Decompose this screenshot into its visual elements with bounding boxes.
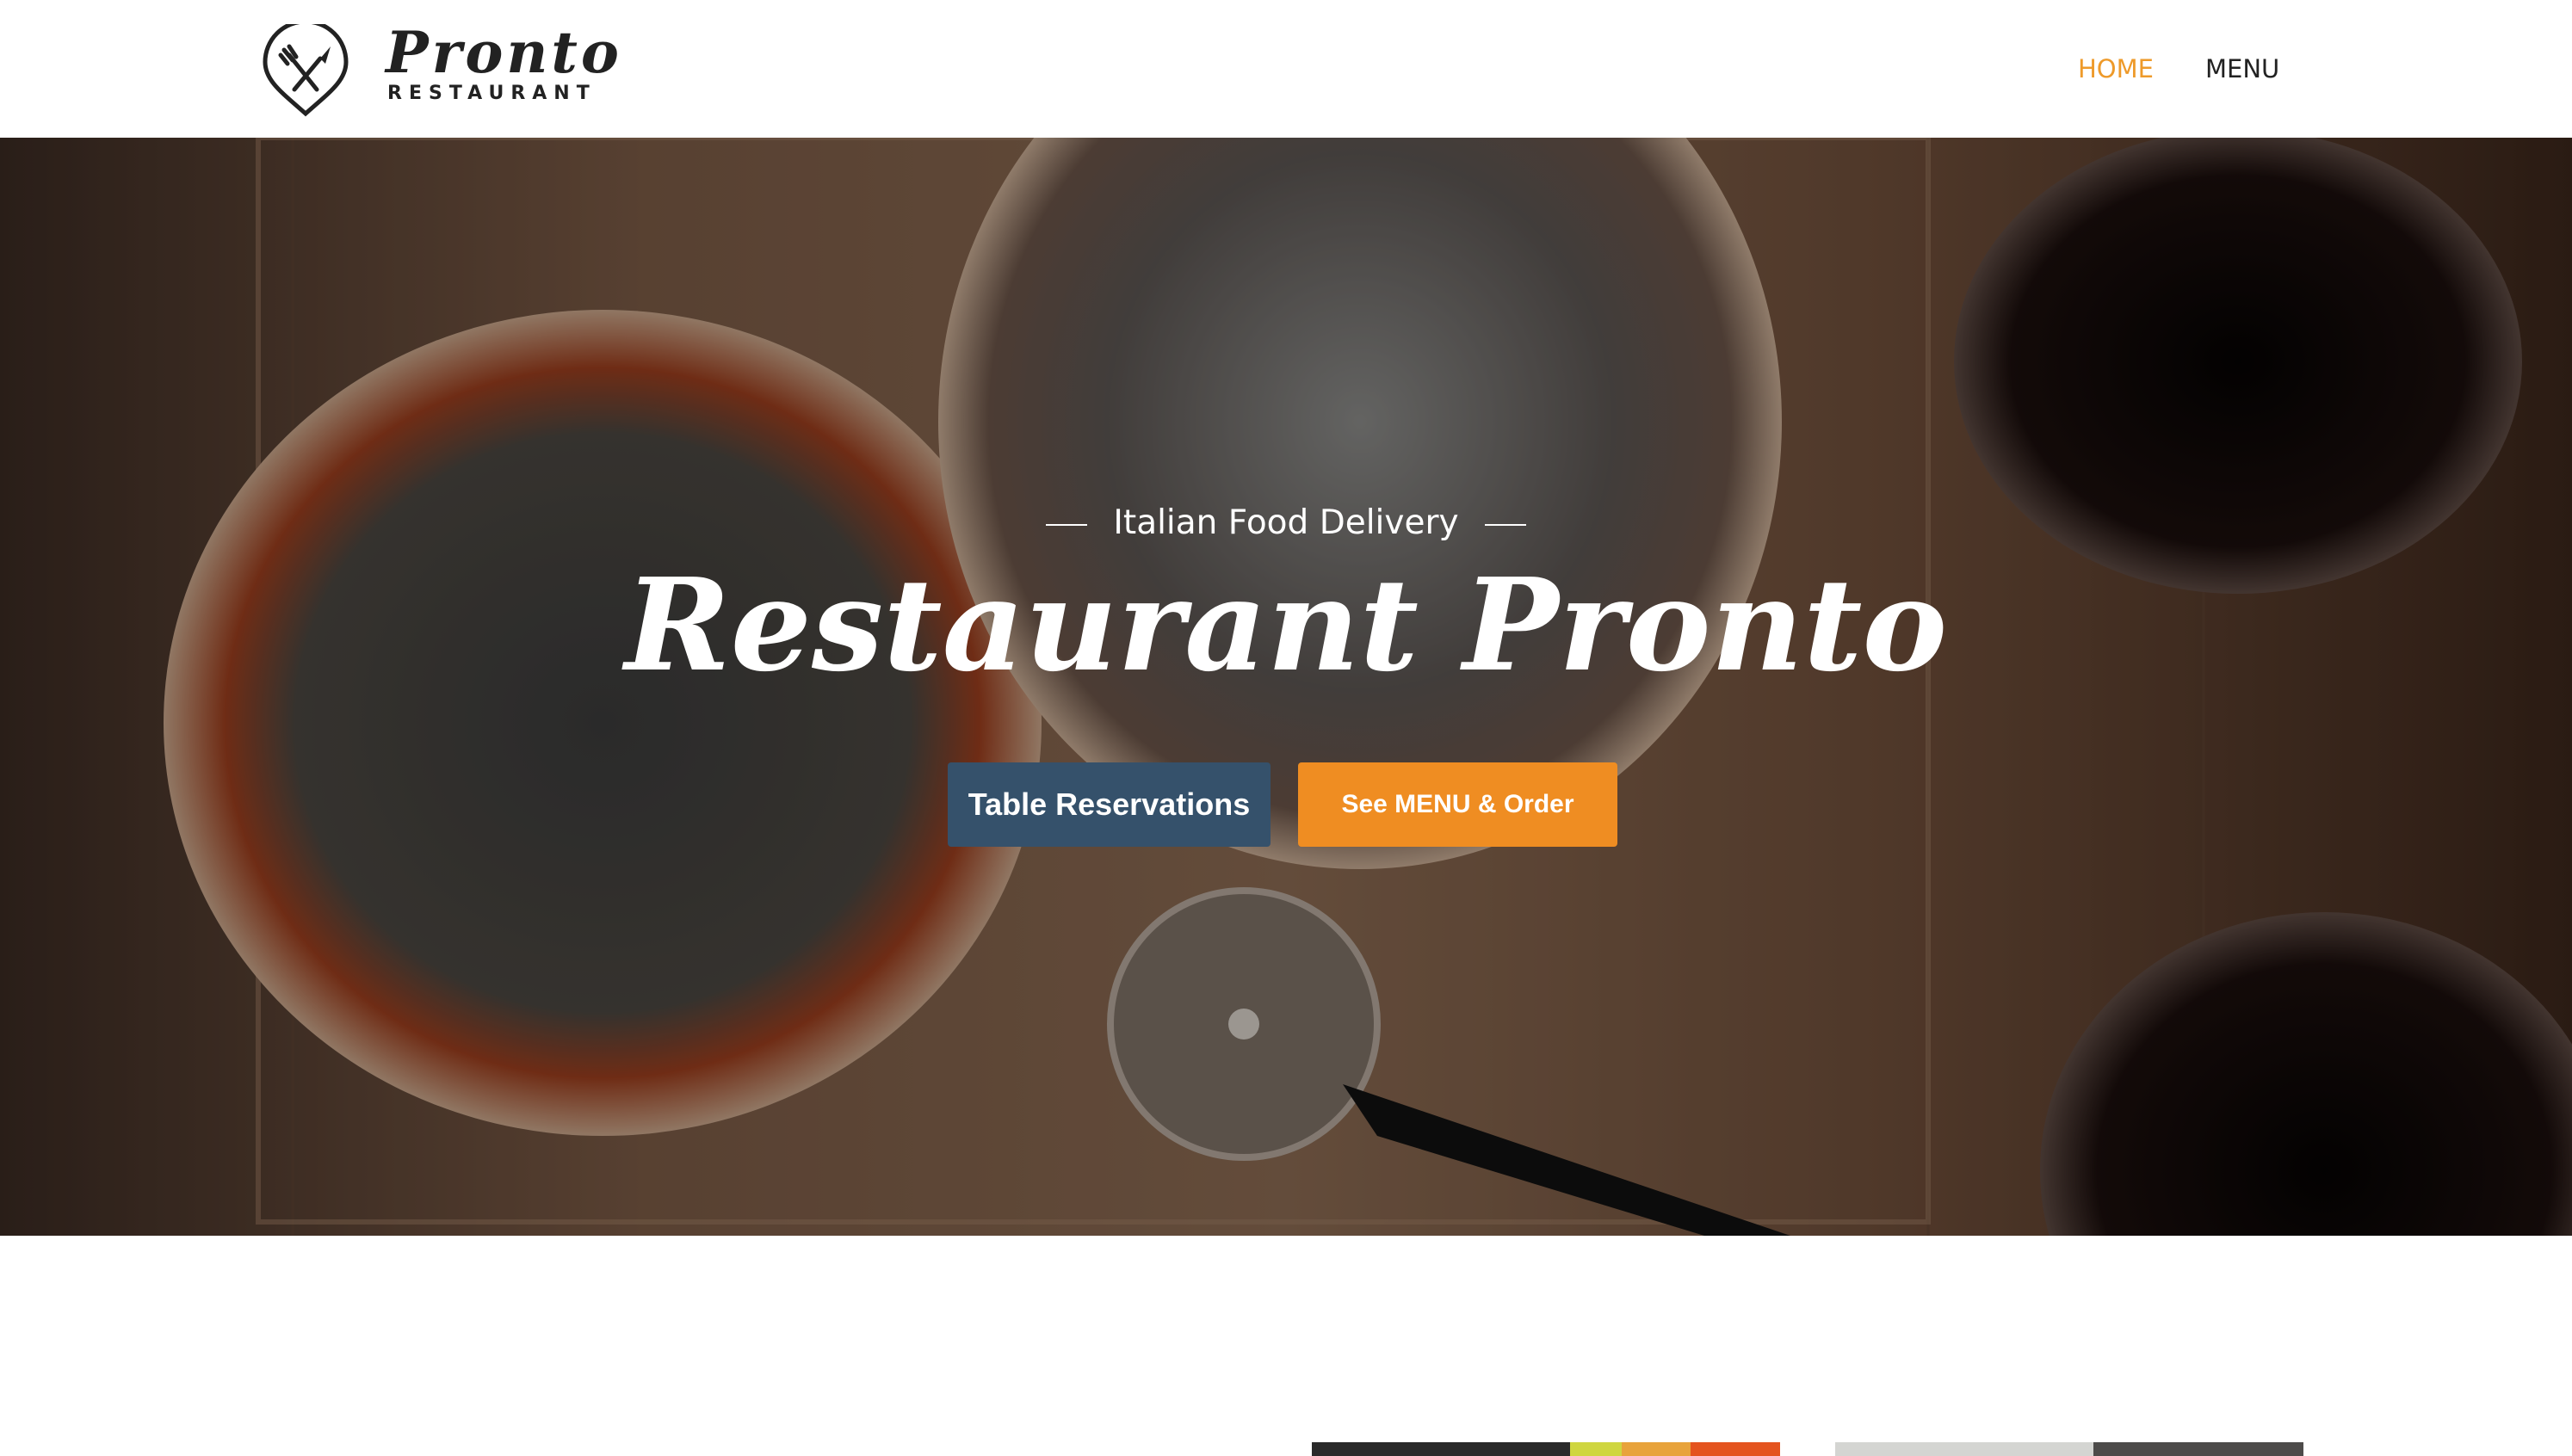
kitchen-thumbnail[interactable]: [1835, 1442, 2303, 1456]
eyebrow-right-rule: [1484, 523, 1526, 526]
nav-menu-link[interactable]: MENU: [2205, 50, 2279, 88]
main-nav: HOME MENU: [0, 50, 2572, 88]
hero-title: Restaurant Pronto: [624, 550, 1948, 700]
kitchen-photo: [1835, 1442, 2303, 1456]
food-photo: [1312, 1442, 1780, 1456]
site-header: Pronto RESTAURANT HOME MENU: [0, 0, 2572, 138]
hero-section: Italian Food Delivery Restaurant Pronto …: [0, 138, 2572, 1236]
eyebrow-left-rule: [1046, 523, 1088, 526]
see-menu-order-button[interactable]: See MENU & Order: [1298, 762, 1617, 847]
nav-home-link[interactable]: HOME: [2078, 50, 2154, 88]
hero-eyebrow-text: Italian Food Delivery: [1113, 503, 1459, 542]
hero-eyebrow: Italian Food Delivery: [0, 497, 2572, 549]
food-thumbnail[interactable]: [1312, 1442, 1780, 1456]
table-reservations-button[interactable]: Table Reservations: [948, 762, 1271, 847]
